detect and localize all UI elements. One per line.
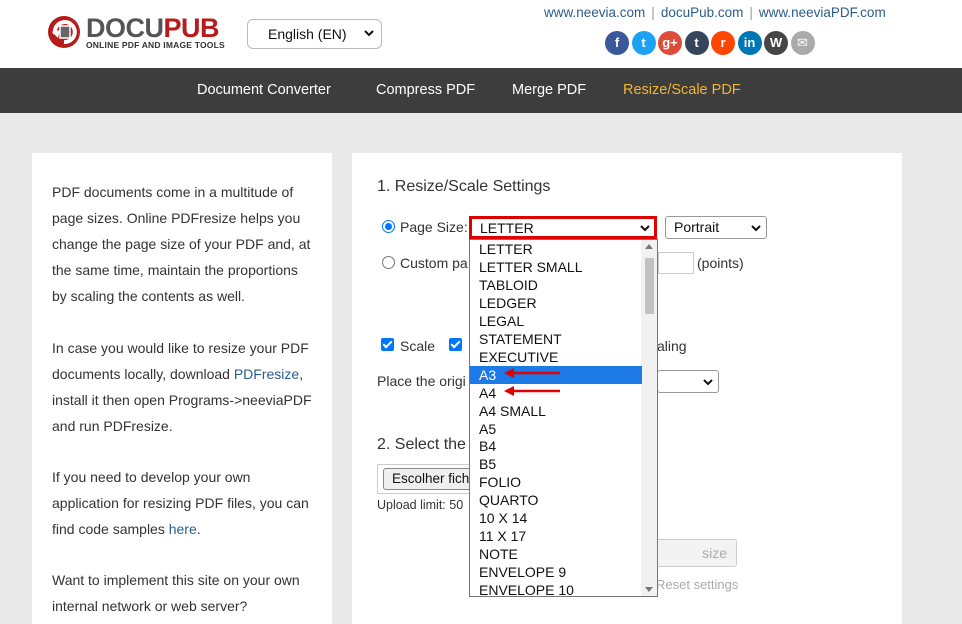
chevron-down-icon — [364, 30, 374, 37]
scroll-down-icon[interactable] — [645, 587, 653, 592]
resize-button-label: size — [702, 545, 727, 561]
origin-select[interactable] — [657, 370, 719, 393]
reddit-icon[interactable]: r — [711, 31, 735, 55]
page-size-option[interactable]: LETTER SMALL — [470, 258, 642, 276]
page-size-option[interactable]: NOTE — [470, 545, 642, 563]
page-size-option[interactable]: ENVELOPE 10 — [470, 581, 642, 596]
place-origin-label: Place the origi — [377, 373, 466, 389]
page-size-option[interactable]: A4 SMALL — [470, 402, 642, 420]
scroll-up-icon[interactable] — [645, 244, 653, 249]
tumblr-icon[interactable]: t — [684, 31, 709, 55]
chevron-down-icon — [640, 225, 650, 232]
page-size-select[interactable]: LETTER — [469, 216, 657, 239]
language-select[interactable]: English (EN) — [247, 19, 382, 49]
orientation-value: Portrait — [674, 219, 720, 235]
page-size-value: LETTER — [480, 220, 534, 236]
annotation-arrows — [504, 368, 560, 396]
link-separator: | — [749, 5, 753, 20]
custom-height-input[interactable] — [658, 252, 694, 274]
facebook-icon[interactable]: f — [605, 31, 629, 55]
page-size-radio[interactable] — [382, 220, 395, 233]
page-size-option[interactable]: LEGAL — [470, 312, 642, 330]
page-size-option[interactable]: LEDGER — [470, 294, 642, 312]
page-size-option[interactable]: STATEMENT — [470, 330, 642, 348]
custom-size-label: Custom pa — [400, 255, 468, 271]
info-paragraph-2: In case you would like to resize your PD… — [52, 335, 316, 439]
page-size-option[interactable]: ENVELOPE 9 — [470, 563, 642, 581]
page-size-option[interactable]: FOLIO — [470, 473, 642, 491]
info-paragraph-3: If you need to develop your own applicat… — [52, 464, 316, 542]
code-samples-link[interactable]: here — [169, 521, 197, 537]
page-size-dropdown[interactable]: LETTER LETTER SMALL TABLOID LEDGER LEGAL STAT… — [469, 239, 658, 597]
page-size-option[interactable]: EXECUTIVE — [470, 348, 642, 366]
section2-title: 2. Select the — [377, 436, 466, 453]
logo-mark-icon — [48, 16, 80, 48]
choose-file-button[interactable]: Escolher fich — [383, 468, 479, 490]
logo-tagline: ONLINE PDF AND IMAGE TOOLS — [86, 40, 225, 50]
points-label: (points) — [697, 255, 744, 271]
scrollbar-thumb[interactable] — [645, 258, 654, 314]
dropdown-scrollbar[interactable] — [641, 240, 657, 596]
info-paragraph-1: PDF documents come in a multitude of pag… — [52, 184, 311, 304]
page-size-option[interactable]: 11 X 17 — [470, 527, 642, 545]
link-separator: | — [651, 5, 655, 20]
page-size-option[interactable]: A5 — [470, 420, 642, 438]
pdfresize-link[interactable]: PDFresize — [234, 366, 299, 382]
page-size-option[interactable]: TABLOID — [470, 276, 642, 294]
chevron-down-icon — [703, 379, 713, 386]
arrow-left-icon — [504, 386, 560, 396]
chevron-down-icon — [751, 225, 761, 232]
upload-limit-text: Upload limit: 50 — [377, 498, 464, 512]
page-size-option[interactable]: B5 — [470, 455, 642, 473]
info-paragraph-4: Want to implement this site on your own … — [52, 572, 300, 614]
page-size-option[interactable]: LETTER — [470, 240, 642, 258]
info-text: . — [196, 521, 201, 537]
link-neeviapdf[interactable]: www.neeviaPDF.com — [759, 5, 886, 20]
nav-resize-scale-pdf[interactable]: Resize/Scale PDF — [623, 82, 741, 98]
page-size-label: Page Size: — [400, 219, 468, 235]
wordpress-icon[interactable]: W — [764, 31, 788, 55]
info-panel: PDF documents come in a multitude of pag… — [32, 153, 332, 624]
scaling-label: aling — [657, 338, 687, 354]
top-links: www.neevia.com | docuPub.com | www.neeviaPDF… — [544, 5, 886, 20]
twitter-icon[interactable]: t — [631, 31, 656, 55]
reset-settings-label: Reset settings — [656, 577, 739, 592]
page-size-option[interactable]: B4 — [470, 437, 642, 455]
nav-compress-pdf[interactable]: Compress PDF — [376, 82, 475, 98]
logo-brand: DOCUPUB — [86, 13, 220, 43]
link-neevia[interactable]: www.neevia.com — [544, 5, 645, 20]
main-nav: Document Converter Compress PDF Merge PD… — [0, 68, 962, 113]
custom-size-radio[interactable] — [382, 256, 395, 269]
nav-merge-pdf[interactable]: Merge PDF — [512, 82, 586, 98]
second-checkbox[interactable] — [449, 338, 462, 351]
link-docupub[interactable]: docuPub.com — [661, 5, 744, 20]
page-size-option[interactable]: 10 X 14 — [470, 509, 642, 527]
email-icon[interactable]: ✉ — [790, 31, 815, 55]
scale-label: Scale — [400, 338, 436, 354]
linkedin-icon[interactable]: in — [737, 31, 762, 55]
page-size-option[interactable]: QUARTO — [470, 491, 642, 509]
section1-title: 1. Resize/Scale Settings — [377, 178, 551, 195]
language-select-value: English (EN) — [268, 26, 347, 42]
nav-document-converter[interactable]: Document Converter — [197, 82, 331, 98]
scale-checkbox[interactable] — [381, 338, 394, 351]
google-plus-icon[interactable]: g+ — [658, 31, 682, 55]
docupub-logo[interactable]: DOCUPUB ONLINE PDF AND IMAGE TOOLS — [46, 12, 236, 52]
orientation-select[interactable]: Portrait — [665, 216, 767, 239]
site-header: DOCUPUB ONLINE PDF AND IMAGE TOOLS Engli… — [0, 0, 962, 68]
arrow-left-icon — [504, 368, 560, 378]
